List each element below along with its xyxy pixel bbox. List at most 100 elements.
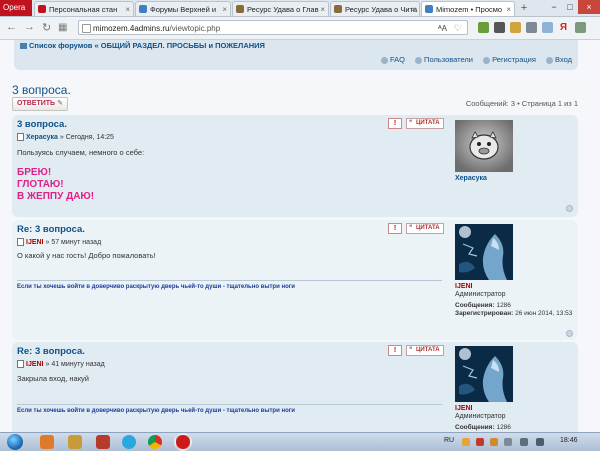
- users-label: Пользователи: [424, 55, 473, 64]
- tab-1[interactable]: Персональная стан ×: [34, 1, 134, 16]
- quote-button[interactable]: ❝ ЦИТАТА: [406, 345, 444, 356]
- breadcrumb-home-link[interactable]: Список форумов: [29, 41, 92, 50]
- back-to-top-icon[interactable]: [566, 205, 573, 212]
- login-label: Вход: [555, 55, 572, 64]
- start-button[interactable]: [4, 433, 26, 451]
- post-author[interactable]: IJENI: [26, 361, 44, 368]
- post-meta: Херасука » Сегодня, 14:25: [17, 133, 114, 141]
- signature-divider: [17, 280, 442, 281]
- profile-name[interactable]: IJENI: [455, 405, 473, 412]
- page-info: Сообщений: 3 • Страница 1 из 1: [465, 99, 578, 108]
- quote-icon: ❝: [409, 347, 413, 353]
- close-window-button[interactable]: ×: [578, 0, 600, 14]
- home-icon: [20, 43, 27, 50]
- close-icon[interactable]: ×: [320, 2, 325, 16]
- login-icon: [546, 56, 554, 64]
- post-big-line: В ЖЕППУ ДАЮ!: [17, 191, 95, 202]
- tray-icon[interactable]: [504, 438, 512, 446]
- topic-title[interactable]: 3 вопроса.: [12, 83, 71, 97]
- faq-link[interactable]: FAQ: [380, 55, 405, 64]
- quote-button[interactable]: ❝ ЦИТАТА: [406, 118, 444, 129]
- quote-icon: ❝: [409, 225, 413, 231]
- post-title[interactable]: Re: 3 вопроса.: [17, 346, 85, 357]
- minimize-button[interactable]: −: [546, 0, 562, 14]
- login-link[interactable]: Вход: [546, 55, 572, 64]
- bookmark-heart-icon[interactable]: ♡: [454, 21, 462, 36]
- volume-icon[interactable]: [536, 438, 544, 446]
- tab-label: Mimozem • Просмо: [436, 5, 503, 14]
- clock[interactable]: 18:46: [560, 437, 578, 444]
- extension-icon[interactable]: [575, 22, 586, 33]
- app-icon[interactable]: [96, 435, 110, 449]
- tab-label: Персональная стан: [49, 5, 118, 14]
- extension-icon[interactable]: [478, 22, 489, 33]
- profile-name[interactable]: Херасука: [455, 175, 487, 182]
- users-link[interactable]: Пользователи: [415, 55, 473, 64]
- extension-icon[interactable]: [542, 22, 553, 33]
- tray-icon[interactable]: [476, 438, 484, 446]
- opera-taskbar-icon[interactable]: [176, 435, 190, 449]
- yandex-icon[interactable]: Я: [558, 22, 569, 33]
- post-title[interactable]: 3 вопроса.: [17, 119, 67, 130]
- extension-icon[interactable]: [526, 22, 537, 33]
- back-to-top-icon[interactable]: [566, 330, 573, 337]
- translate-icon[interactable]: ᴬA: [438, 21, 447, 36]
- report-button[interactable]: !: [388, 223, 402, 234]
- extension-icon[interactable]: [494, 22, 505, 33]
- app-icon[interactable]: [40, 435, 54, 449]
- signature-divider: [17, 404, 442, 405]
- breadcrumb: Список форумов « ОБЩИЙ РАЗДЕЛ. ПРОСЬБЫ и…: [20, 41, 265, 50]
- tray-icon[interactable]: [462, 438, 470, 446]
- resource-icon: [334, 5, 342, 13]
- register-label: Регистрация: [492, 55, 536, 64]
- maximize-button[interactable]: □: [562, 0, 578, 14]
- report-button[interactable]: !: [388, 118, 402, 129]
- tab-4[interactable]: Ресурс Удава о Чита ×: [330, 1, 420, 16]
- back-arrow-icon[interactable]: ←: [6, 21, 17, 33]
- app-icon[interactable]: [68, 435, 82, 449]
- reload-icon[interactable]: ↻: [42, 21, 51, 34]
- posts-label: Сообщения:: [455, 424, 495, 431]
- language-indicator[interactable]: RU: [444, 437, 454, 444]
- close-icon[interactable]: ×: [222, 2, 227, 16]
- register-link[interactable]: Регистрация: [483, 55, 536, 64]
- avatar[interactable]: [455, 120, 513, 172]
- new-tab-button[interactable]: +: [517, 2, 531, 14]
- post-time: 41 минуту назад: [51, 360, 105, 368]
- close-icon[interactable]: ×: [411, 2, 416, 16]
- quote-label: ЦИТАТА: [416, 347, 440, 353]
- breadcrumb-section-link[interactable]: ОБЩИЙ РАЗДЕЛ. ПРОСЬБЫ и ПОЖЕЛАНИЯ: [101, 41, 265, 50]
- users-icon: [415, 56, 423, 64]
- profile-name[interactable]: IJENI: [455, 283, 473, 290]
- skype-icon[interactable]: [122, 435, 136, 449]
- extension-icon[interactable]: [510, 22, 521, 33]
- tray-icon[interactable]: [490, 438, 498, 446]
- avatar[interactable]: [455, 224, 513, 280]
- post-author[interactable]: Херасука: [26, 134, 58, 141]
- reply-button[interactable]: ОТВЕТИТЬ ✎: [12, 97, 68, 111]
- tab-2[interactable]: Форумы Верхней и ×: [135, 1, 231, 16]
- close-icon[interactable]: ×: [506, 2, 511, 16]
- post-title[interactable]: Re: 3 вопроса.: [17, 224, 85, 235]
- forward-arrow-icon[interactable]: →: [24, 21, 35, 33]
- opera-menu-button[interactable]: Opera: [0, 0, 32, 16]
- post-author[interactable]: IJENI: [26, 239, 44, 246]
- avatar[interactable]: [455, 346, 513, 402]
- report-button[interactable]: !: [388, 345, 402, 356]
- quote-button[interactable]: ❝ ЦИТАТА: [406, 223, 444, 234]
- tab-5-active[interactable]: Mimozem • Просмо ×: [421, 1, 515, 16]
- url-field[interactable]: mimozem.4admins.ru/viewtopic.php ᴬA ♡: [78, 20, 468, 35]
- new-tab-icon: +: [520, 2, 528, 14]
- tab-3[interactable]: Ресурс Удава о Глав ×: [232, 1, 329, 16]
- close-icon[interactable]: ×: [125, 2, 130, 16]
- post-signature: Если ты хочешь войти в доверчиво раскрыт…: [17, 408, 295, 414]
- breadcrumb-separator: «: [92, 41, 101, 50]
- post: Re: 3 вопроса. ! ❝ ЦИТАТА IJENI » 41 мину…: [12, 342, 578, 432]
- url-path: /viewtopic.php: [169, 24, 221, 33]
- chrome-icon[interactable]: [148, 435, 162, 449]
- network-icon[interactable]: [520, 438, 528, 446]
- speed-dial-icon[interactable]: ▦: [58, 22, 67, 33]
- forum-icon: [139, 5, 147, 13]
- page-info-icon: [82, 24, 91, 33]
- pencil-icon: ✎: [57, 100, 63, 107]
